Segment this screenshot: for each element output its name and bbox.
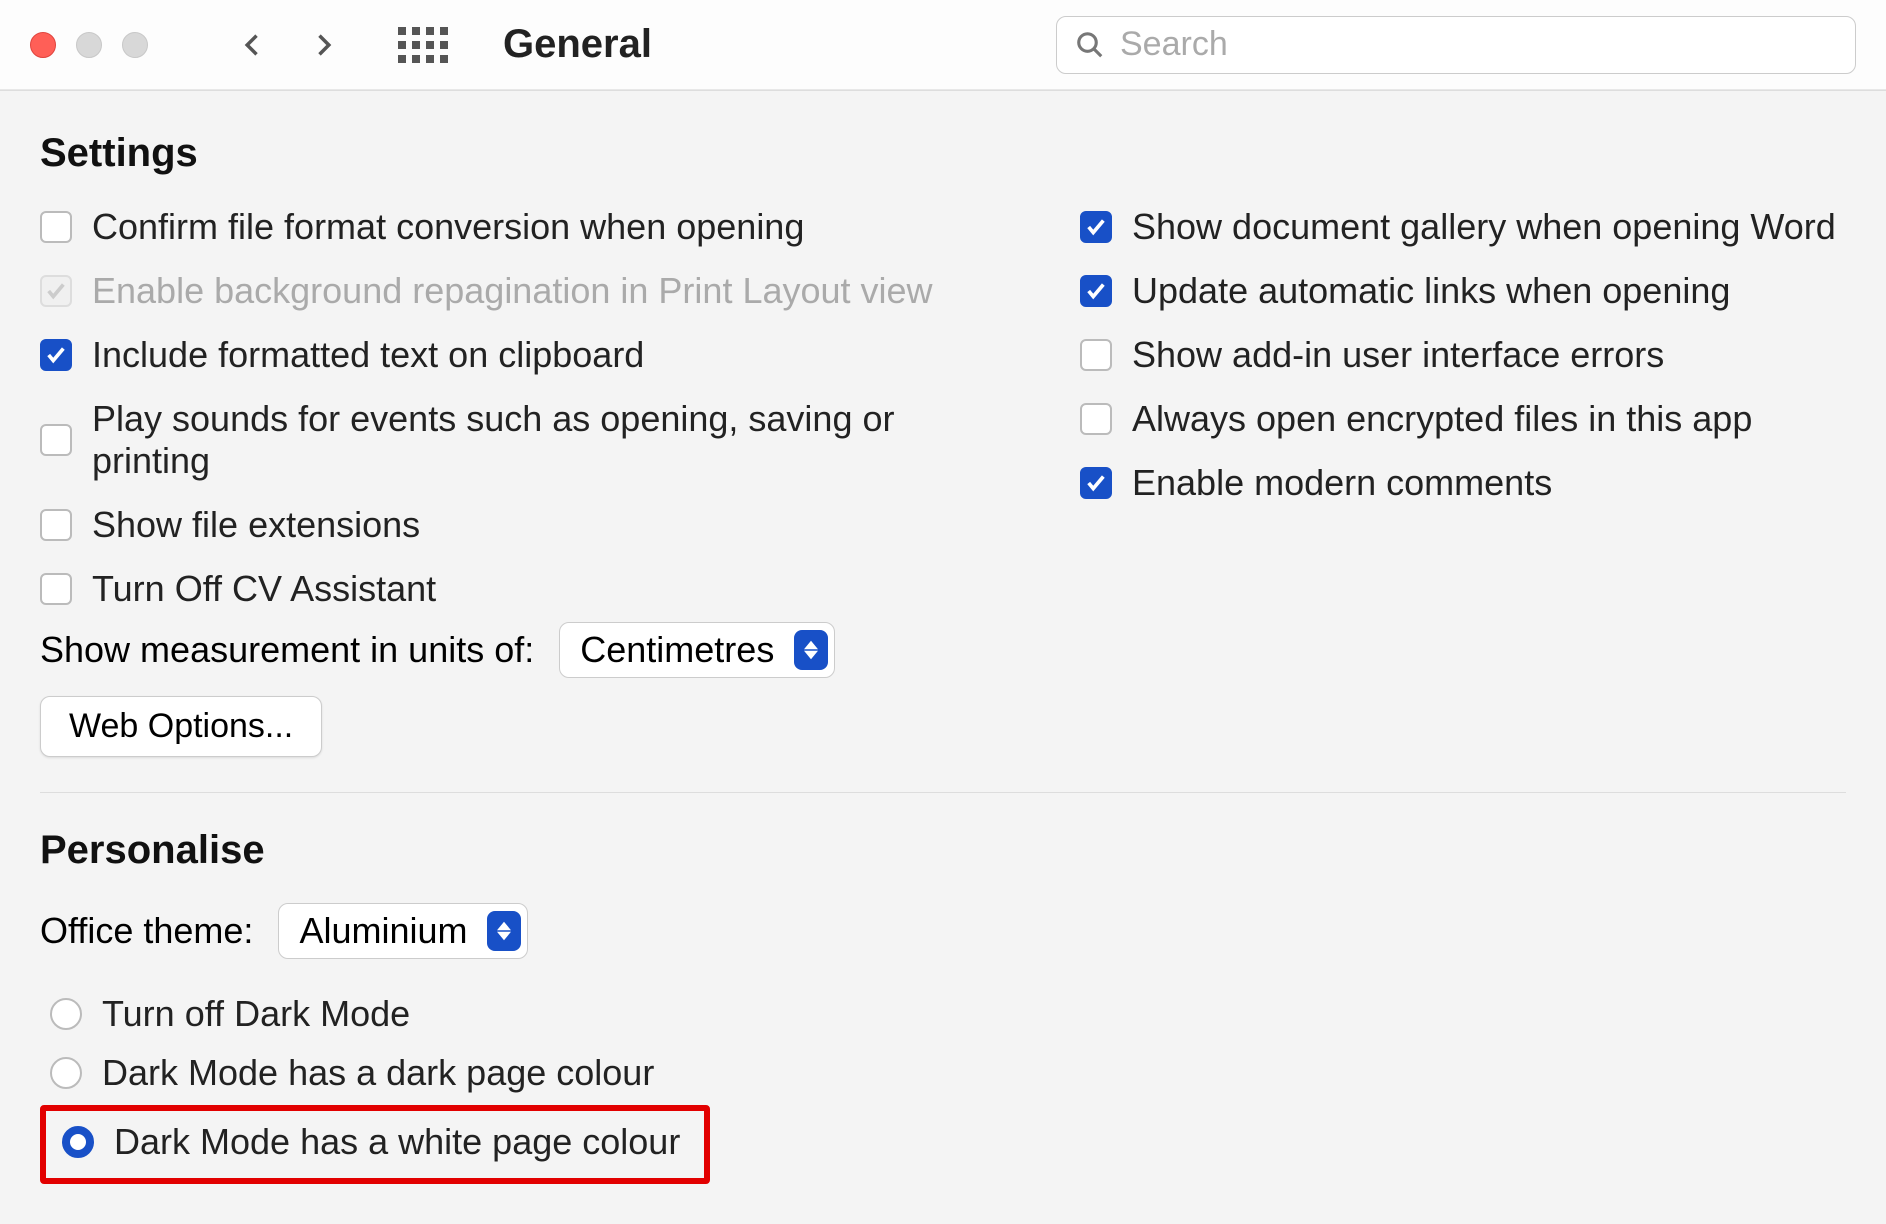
search-input[interactable] (1120, 25, 1837, 64)
measurement-label: Show measurement in units of: (40, 629, 534, 671)
stepper-icon (794, 630, 828, 670)
radio-row[interactable]: Dark Mode has a white page colour (52, 1115, 690, 1169)
window-controls (30, 32, 148, 58)
setting-row: Show add-in user interface errors (1080, 334, 1846, 376)
setting-row: Always open encrypted files in this app (1080, 398, 1846, 440)
checkbox[interactable] (40, 424, 72, 456)
radio[interactable] (50, 998, 82, 1030)
setting-row: Show file extensions (40, 504, 1020, 546)
setting-row: Enable modern comments (1080, 462, 1846, 504)
close-button[interactable] (30, 32, 56, 58)
back-button[interactable] (228, 20, 278, 70)
setting-label: Show add-in user interface errors (1132, 334, 1664, 376)
checkbox[interactable] (1080, 339, 1112, 371)
measurement-select[interactable]: Centimetres (559, 622, 835, 678)
show-all-icon[interactable] (398, 27, 448, 63)
search-icon (1075, 30, 1105, 60)
zoom-button[interactable] (122, 32, 148, 58)
checkbox[interactable] (40, 573, 72, 605)
setting-row: Include formatted text on clipboard (40, 334, 1020, 376)
checkbox[interactable] (1080, 211, 1112, 243)
setting-row: Update automatic links when opening (1080, 270, 1846, 312)
highlight-annotation: Dark Mode has a white page colour (40, 1105, 710, 1184)
forward-button[interactable] (298, 20, 348, 70)
personalise-heading: Personalise (40, 828, 1846, 873)
checkbox[interactable] (40, 211, 72, 243)
radio[interactable] (62, 1126, 94, 1158)
setting-label: Show document gallery when opening Word (1132, 206, 1836, 248)
checkbox[interactable] (1080, 275, 1112, 307)
stepper-icon (487, 911, 521, 951)
theme-select[interactable]: Aluminium (278, 903, 528, 959)
checkbox[interactable] (40, 509, 72, 541)
setting-label: Enable modern comments (1132, 462, 1552, 504)
divider (40, 792, 1846, 793)
checkbox (40, 275, 72, 307)
setting-label: Include formatted text on clipboard (92, 334, 644, 376)
radio-label: Dark Mode has a white page colour (114, 1121, 680, 1163)
titlebar: General (0, 0, 1886, 90)
search-field[interactable] (1056, 16, 1856, 74)
checkbox[interactable] (40, 339, 72, 371)
setting-row: Play sounds for events such as opening, … (40, 398, 1020, 482)
web-options-button[interactable]: Web Options... (40, 696, 322, 757)
page-title: General (503, 22, 652, 67)
setting-label: Enable background repagination in Print … (92, 270, 933, 312)
measurement-value: Centimetres (580, 629, 774, 671)
radio[interactable] (50, 1057, 82, 1089)
radio-label: Turn off Dark Mode (102, 993, 410, 1035)
radio-label: Dark Mode has a dark page colour (102, 1052, 654, 1094)
setting-row: Turn Off CV Assistant (40, 568, 1020, 610)
checkbox[interactable] (1080, 403, 1112, 435)
theme-label: Office theme: (40, 910, 253, 952)
setting-label: Play sounds for events such as opening, … (92, 398, 1020, 482)
setting-label: Confirm file format conversion when open… (92, 206, 804, 248)
theme-value: Aluminium (299, 910, 467, 952)
setting-row: Show document gallery when opening Word (1080, 206, 1846, 248)
setting-row: Confirm file format conversion when open… (40, 206, 1020, 248)
minimize-button[interactable] (76, 32, 102, 58)
setting-label: Turn Off CV Assistant (92, 568, 436, 610)
setting-label: Always open encrypted files in this app (1132, 398, 1752, 440)
setting-label: Update automatic links when opening (1132, 270, 1730, 312)
radio-row[interactable]: Dark Mode has a dark page colour (40, 1046, 1846, 1100)
settings-heading: Settings (40, 131, 1846, 176)
setting-label: Show file extensions (92, 504, 420, 546)
setting-row: Enable background repagination in Print … (40, 270, 1020, 312)
radio-row[interactable]: Turn off Dark Mode (40, 987, 1846, 1041)
checkbox[interactable] (1080, 467, 1112, 499)
